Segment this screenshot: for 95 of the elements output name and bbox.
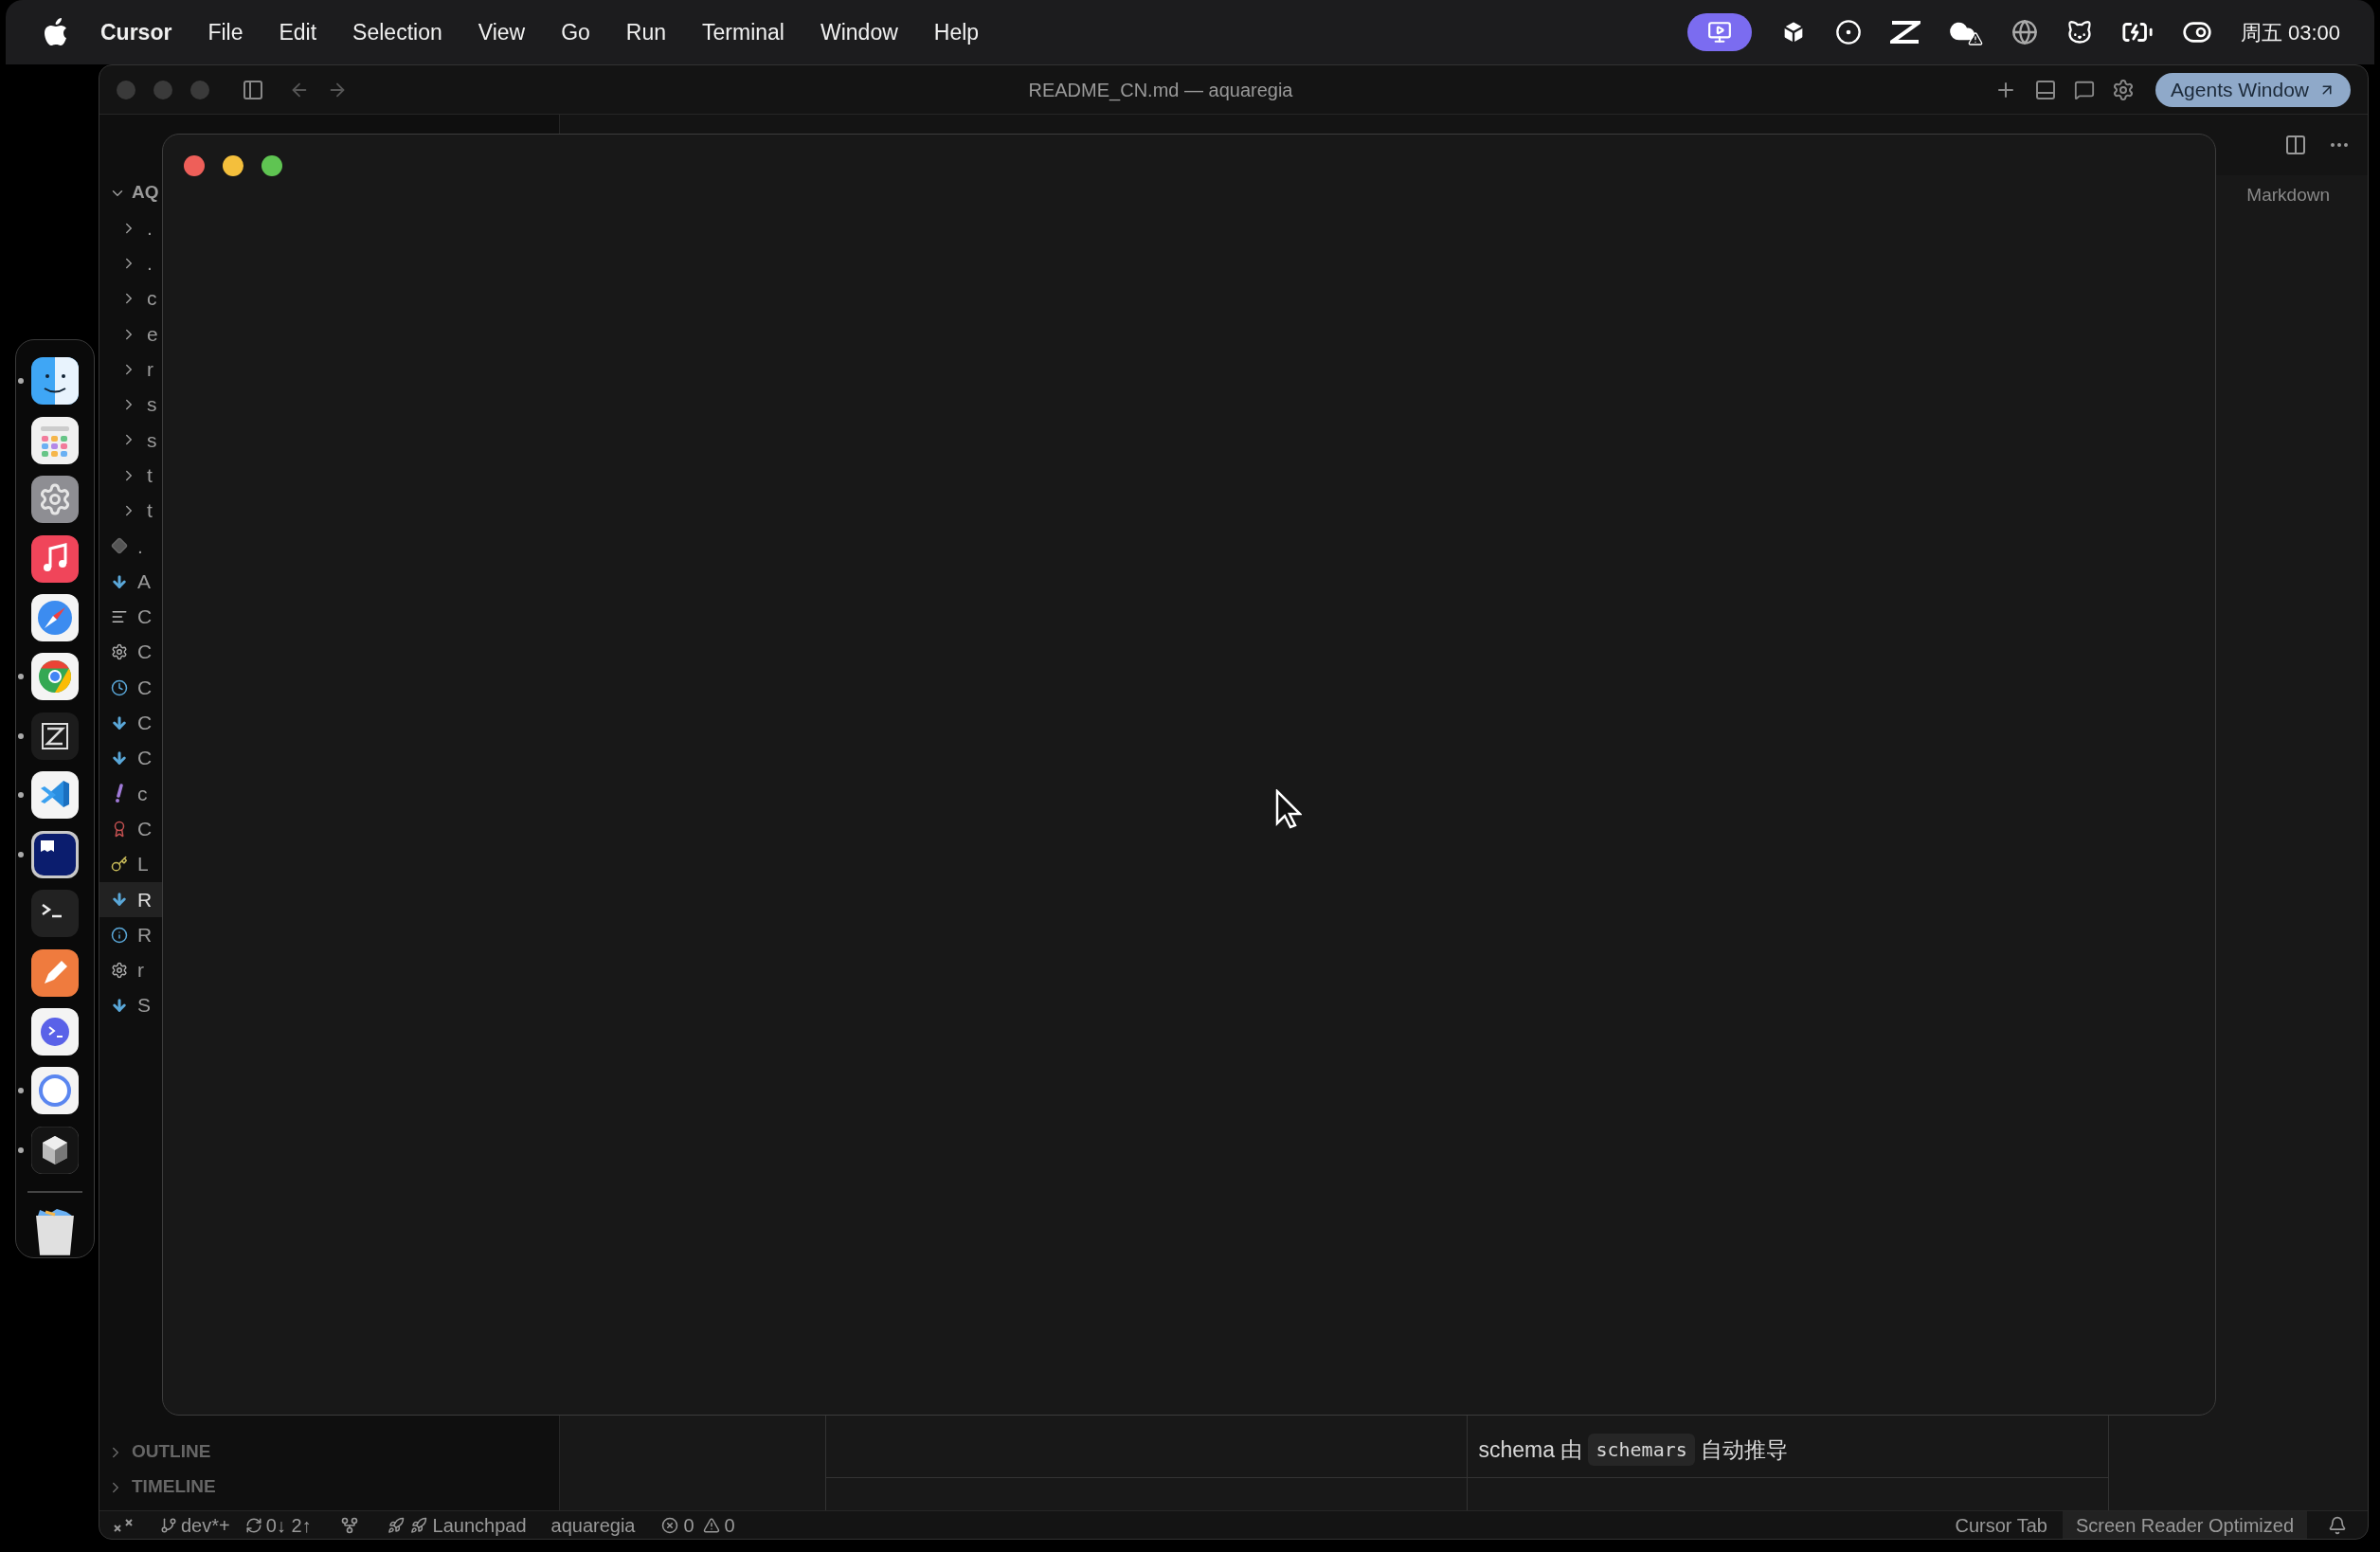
menu-item[interactable]: File (207, 15, 243, 49)
ghost-icon[interactable] (31, 830, 79, 878)
tree-item[interactable]: C (99, 705, 559, 741)
ring-icon[interactable] (31, 1067, 79, 1115)
menu-item[interactable]: View (478, 15, 526, 49)
problems-item[interactable]: 0 0 (661, 1510, 735, 1539)
music-note-icon[interactable] (31, 534, 79, 583)
tree-item[interactable]: c (99, 280, 559, 316)
globe-icon[interactable] (2010, 19, 2038, 45)
project-item[interactable]: aquaregia (550, 1510, 636, 1539)
info-icon (111, 926, 128, 944)
tree-item[interactable]: C (99, 740, 559, 776)
tree-item[interactable]: R (99, 916, 559, 953)
key-icon (111, 856, 128, 873)
warning-icon (702, 1516, 720, 1534)
app-grid-icon[interactable] (31, 416, 79, 464)
cube-icon[interactable] (31, 1126, 79, 1174)
app-menu[interactable]: Cursor (100, 15, 172, 49)
gear-icon[interactable] (31, 476, 79, 524)
error-icon (661, 1516, 679, 1534)
sidebar-toggle-icon[interactable] (242, 78, 264, 101)
rocket-icon (387, 1516, 405, 1534)
inline-code: schemars (1588, 1434, 1695, 1466)
gear-icon (111, 961, 128, 979)
bowtie-icon[interactable] (1889, 20, 1920, 45)
tree-item[interactable]: A (99, 563, 559, 600)
terminal-icon[interactable] (31, 890, 79, 938)
screen-reader-item[interactable]: Screen Reader Optimized (2062, 1511, 2307, 1539)
tree-item[interactable]: C (99, 811, 559, 847)
code-editor-icon[interactable] (31, 771, 79, 820)
sync-item[interactable]: 0↓ 2↑ (244, 1510, 312, 1539)
git-graph-icon[interactable] (339, 1515, 359, 1535)
menu-item[interactable]: Go (561, 15, 590, 49)
tree-item[interactable]: s (99, 422, 559, 459)
bell-icon[interactable] (2328, 1515, 2347, 1535)
window-title: README_CN.md — aquaregia (1027, 78, 1294, 103)
settings-icon[interactable] (2112, 78, 2136, 101)
language-label[interactable]: Markdown (2246, 181, 2330, 209)
tree-item[interactable]: t (99, 458, 559, 494)
down-arrow-icon (111, 997, 128, 1015)
tree-item[interactable]: . (99, 245, 559, 281)
cursor-tab-item[interactable]: Cursor Tab (1955, 1510, 2047, 1539)
cell-text: schema 由 (1478, 1435, 1583, 1464)
tree-item[interactable]: r (99, 352, 559, 388)
tree-item[interactable]: C (99, 669, 559, 706)
tree-item[interactable]: L (99, 846, 559, 882)
zoom-button[interactable] (261, 155, 282, 176)
launchpad-item[interactable]: Launchpad (387, 1510, 527, 1539)
menu-item[interactable]: Run (625, 15, 667, 49)
tree-item[interactable]: C (99, 634, 559, 670)
menu-item[interactable]: Terminal (702, 15, 784, 49)
explorer-header[interactable]: AQ (132, 179, 159, 207)
apple-icon[interactable] (44, 18, 68, 46)
down-arrow-icon (111, 713, 128, 731)
chrome-icon[interactable] (31, 653, 79, 701)
tree-item[interactable]: t (99, 493, 559, 529)
rocket-icon (409, 1516, 427, 1534)
agents-window-button[interactable]: Agents Window (2155, 72, 2351, 107)
tree-item[interactable]: s (99, 387, 559, 423)
menu-item[interactable]: Edit (279, 15, 317, 49)
gear-icon (111, 643, 128, 661)
close-button[interactable] (184, 155, 205, 176)
split-editor-icon[interactable] (2284, 134, 2307, 156)
tree-item[interactable]: c (99, 775, 559, 812)
editor-icon[interactable] (31, 712, 79, 760)
branch-icon (160, 1516, 177, 1534)
menu-item[interactable]: Selection (352, 15, 442, 49)
branch-item[interactable]: dev*+ (160, 1510, 230, 1539)
tree-item[interactable]: S (99, 987, 559, 1023)
tree-item[interactable]: e (99, 316, 559, 352)
chat-icon[interactable] (2074, 79, 2096, 100)
cell-text: 自动推导 (1700, 1435, 1788, 1464)
record-icon[interactable] (1834, 19, 1862, 45)
tree-item[interactable]: . (99, 210, 559, 246)
tree-item[interactable]: r (99, 952, 559, 988)
down-arrow-icon (111, 891, 128, 909)
diamond-icon (111, 537, 128, 555)
menu-item[interactable]: Help (933, 15, 980, 49)
screen-share-icon[interactable] (1686, 13, 1752, 51)
clock-icon (111, 678, 128, 696)
sync-icon (244, 1516, 262, 1534)
tree-item[interactable]: C (99, 599, 559, 635)
minimize-button[interactable] (223, 155, 243, 176)
finder-icon[interactable] (31, 357, 79, 406)
menu-item[interactable]: Window (820, 15, 898, 49)
pen-icon[interactable] (31, 948, 79, 997)
clock: 周五 03:00 (2240, 19, 2340, 46)
down-arrow-icon (111, 749, 128, 767)
compass-icon[interactable] (31, 593, 79, 641)
cat-icon[interactable] (2065, 19, 2093, 45)
mouse-pointer-icon (1275, 789, 1302, 829)
cloud-terminal-icon[interactable] (31, 1008, 79, 1056)
tree-item[interactable]: . (99, 528, 559, 564)
down-arrow-icon (111, 572, 128, 590)
panel-icon[interactable] (2034, 78, 2058, 101)
